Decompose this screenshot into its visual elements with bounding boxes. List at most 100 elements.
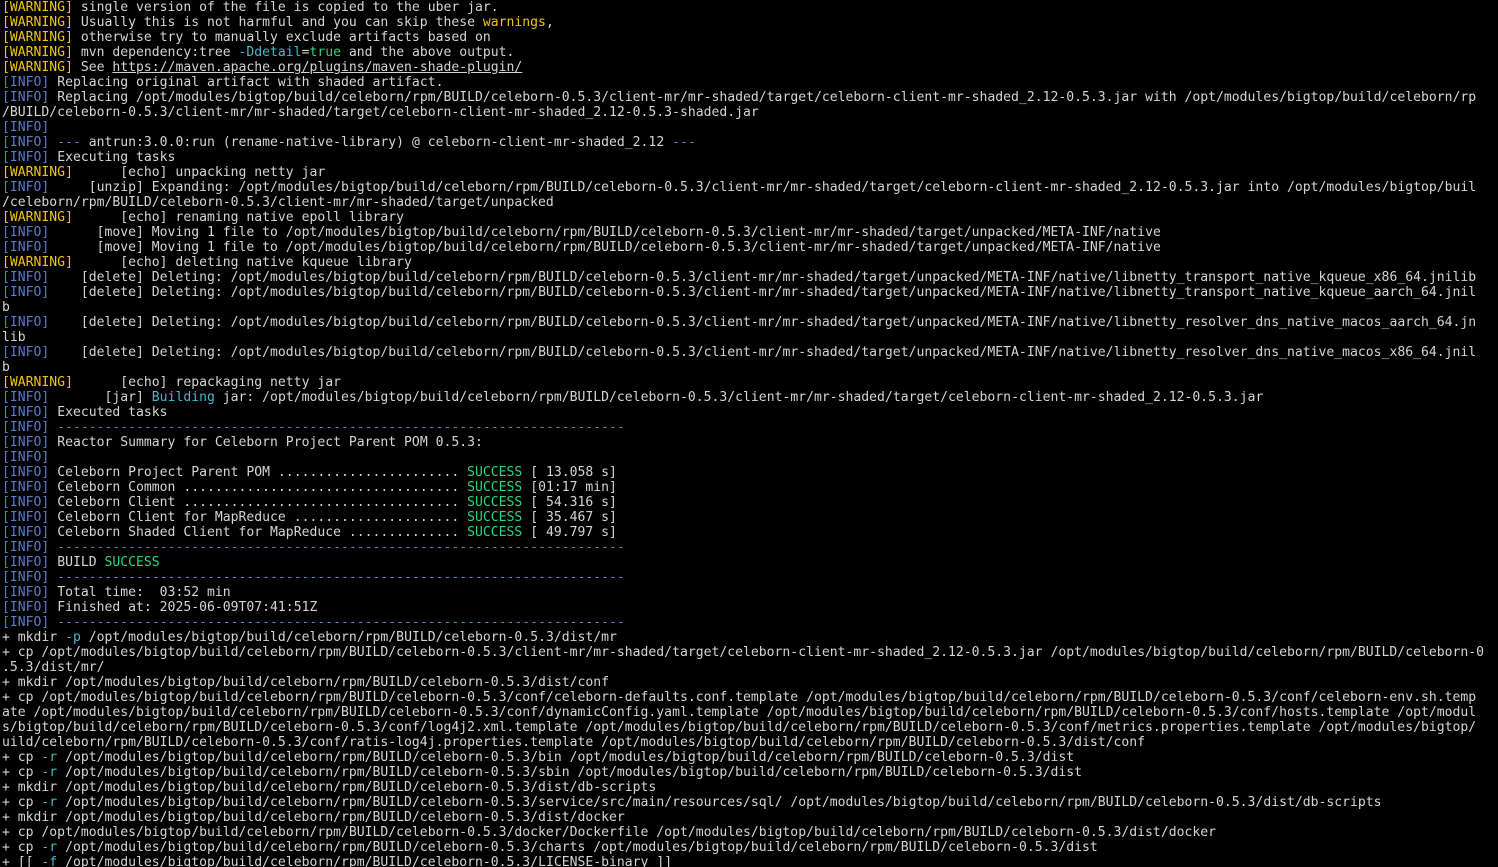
terminal-line: [INFO] ---------------------------------… [2,615,1498,630]
log-text: s/bigtop/build/celeborn/rpm/BUILD/celebo… [2,720,1477,735]
log-text: [ 35.467 s] [522,510,617,525]
log-level-info: [INFO] [2,435,50,450]
log-text: ----------------------------------------… [49,420,625,435]
log-level-info: [INFO] [2,75,50,90]
terminal-line: [WARNING] [echo] unpacking netty jar [2,165,1498,180]
log-level-info: [INFO] [2,495,50,510]
log-text: .5.3/dist/mr/ [2,660,105,675]
terminal-line: [INFO] Celeborn Client for MapReduce ...… [2,510,1498,525]
log-level-info: [INFO] [2,225,50,240]
terminal-line: [INFO] ---------------------------------… [2,540,1498,555]
log-text: [delete] Deleting: /opt/modules/bigtop/b… [49,270,1477,285]
log-level-warning: [WARNING] [2,60,73,75]
terminal-line: [INFO] [delete] Deleting: /opt/modules/b… [2,285,1498,300]
log-text: mvn dependency:tree [72,45,239,60]
log-level-info: [INFO] [2,480,50,495]
log-text: [unzip] Expanding: /opt/modules/bigtop/b… [49,180,1477,195]
terminal-line: [INFO] [2,450,1498,465]
log-level-warning: [WARNING] [2,375,73,390]
terminal-line: b [2,360,1498,375]
terminal-line: [WARNING] [echo] repackaging netty jar [2,375,1498,390]
log-text: Celeborn Shaded Client for MapReduce ...… [49,525,468,540]
log-text: single version of the file is copied to … [72,0,499,15]
log-text: [delete] Deleting: /opt/modules/bigtop/b… [49,315,1477,330]
terminal-line: + cp -r /opt/modules/bigtop/build/celebo… [2,840,1498,855]
log-text: , [545,15,554,30]
terminal-line: + cp -r /opt/modules/bigtop/build/celebo… [2,765,1498,780]
highlight-token: -f [41,855,58,867]
terminal-line: [INFO] Celeborn Shaded Client for MapRed… [2,525,1498,540]
terminal-line: [INFO] Celeborn Client .................… [2,495,1498,510]
log-level-info: [INFO] [2,510,50,525]
terminal-line: lib [2,330,1498,345]
log-text: Reactor Summary for Celeborn Project Par… [49,435,483,450]
terminal-line: [INFO] [delete] Deleting: /opt/modules/b… [2,315,1498,330]
terminal-line: [INFO] [jar] Building jar: /opt/modules/… [2,390,1498,405]
status-success: SUCCESS [467,480,523,495]
log-level-info: [INFO] [2,540,50,555]
log-level-info: [INFO] [2,120,50,135]
terminal-line: [INFO] --- antrun:3.0.0:run (rename-nati… [2,135,1498,150]
terminal-line: [WARNING] otherwise try to manually excl… [2,30,1498,45]
highlight-token: Building [151,390,215,405]
log-text: + mkdir /opt/modules/bigtop/build/celebo… [2,675,609,690]
terminal-line: [INFO] Reactor Summary for Celeborn Proj… [2,435,1498,450]
log-text: + [[ [2,855,42,867]
log-text: + cp [2,750,42,765]
log-level-info: [INFO] [2,525,50,540]
terminal-line: [WARNING] mvn dependency:tree -Ddetail=t… [2,45,1498,60]
log-text: [move] Moving 1 file to /opt/modules/big… [49,240,1161,255]
log-level-info: [INFO] [2,90,50,105]
log-text: [echo] deleting native kqueue library [72,255,412,270]
log-text: [echo] unpacking netty jar [72,165,326,180]
terminal-line: [INFO] BUILD SUCCESS [2,555,1498,570]
log-text: /opt/modules/bigtop/build/celeborn/rpm/B… [57,795,1382,810]
log-text: antrun:3.0.0:run (rename-native-library)… [88,135,665,150]
terminal-line: [INFO] Total time: 03:52 min [2,585,1498,600]
terminal-line: [INFO] ---------------------------------… [2,420,1498,435]
terminal-line: + cp /opt/modules/bigtop/build/celeborn/… [2,825,1498,840]
log-text: Celeborn Project Parent POM ............… [49,465,468,480]
log-text: /celeborn/rpm/BUILD/celeborn-0.5.3/clien… [2,195,554,210]
log-text: [01:17 min] [522,480,617,495]
log-text: jar: /opt/modules/bigtop/build/celeborn/… [214,390,1264,405]
terminal-line: [INFO] [unzip] Expanding: /opt/modules/b… [2,180,1498,195]
log-text: Executing tasks [49,150,176,165]
log-text: ----------------------------------------… [49,570,625,585]
terminal-line: [WARNING] See https://maven.apache.org/p… [2,60,1498,75]
log-text: [move] Moving 1 file to /opt/modules/big… [49,225,1161,240]
log-text: + mkdir [2,630,66,645]
log-text: /opt/modules/bigtop/build/celeborn/rpm/B… [57,765,1083,780]
terminal-line: [INFO] Executing tasks [2,150,1498,165]
log-level-info: [INFO] [2,450,50,465]
doc-link[interactable]: https://maven.apache.org/plugins/maven-s… [112,60,522,75]
log-level-info: [INFO] [2,315,50,330]
log-text: + cp [2,840,42,855]
log-text: otherwise try to manually exclude artifa… [72,30,491,45]
log-level-info: [INFO] [2,555,50,570]
log-level-info: [INFO] [2,285,50,300]
log-text: [ 54.316 s] [522,495,617,510]
terminal-output[interactable]: [WARNING] single version of the file is … [2,0,1498,867]
log-text: Celeborn Common ........................… [49,480,468,495]
terminal-line: [INFO] [delete] Deleting: /opt/modules/b… [2,270,1498,285]
terminal-line: [INFO] ---------------------------------… [2,570,1498,585]
terminal-line: [INFO] Executed tasks [2,405,1498,420]
log-text: Total time: 03:52 min [49,585,231,600]
log-text: /BUILD/celeborn-0.5.3/client-mr/mr-shade… [2,105,759,120]
log-text: + cp /opt/modules/bigtop/build/celeborn/… [2,690,1477,705]
log-text: + mkdir /opt/modules/bigtop/build/celebo… [2,780,657,795]
log-level-info: [INFO] [2,570,50,585]
terminal-line: + cp /opt/modules/bigtop/build/celeborn/… [2,645,1498,660]
log-text: ----------------------------------------… [49,615,625,630]
log-level-info: [INFO] [2,465,50,480]
log-level-info: [INFO] [2,600,50,615]
log-level-warning: [WARNING] [2,210,73,225]
log-level-info: [INFO] [2,135,50,150]
log-level-warning: [WARNING] [2,255,73,270]
log-text: Celeborn Client for MapReduce ..........… [49,510,468,525]
highlight-token: -r [41,795,58,810]
highlight-token: -p [65,630,81,645]
status-success: true [309,45,342,60]
status-success: SUCCESS [467,495,523,510]
